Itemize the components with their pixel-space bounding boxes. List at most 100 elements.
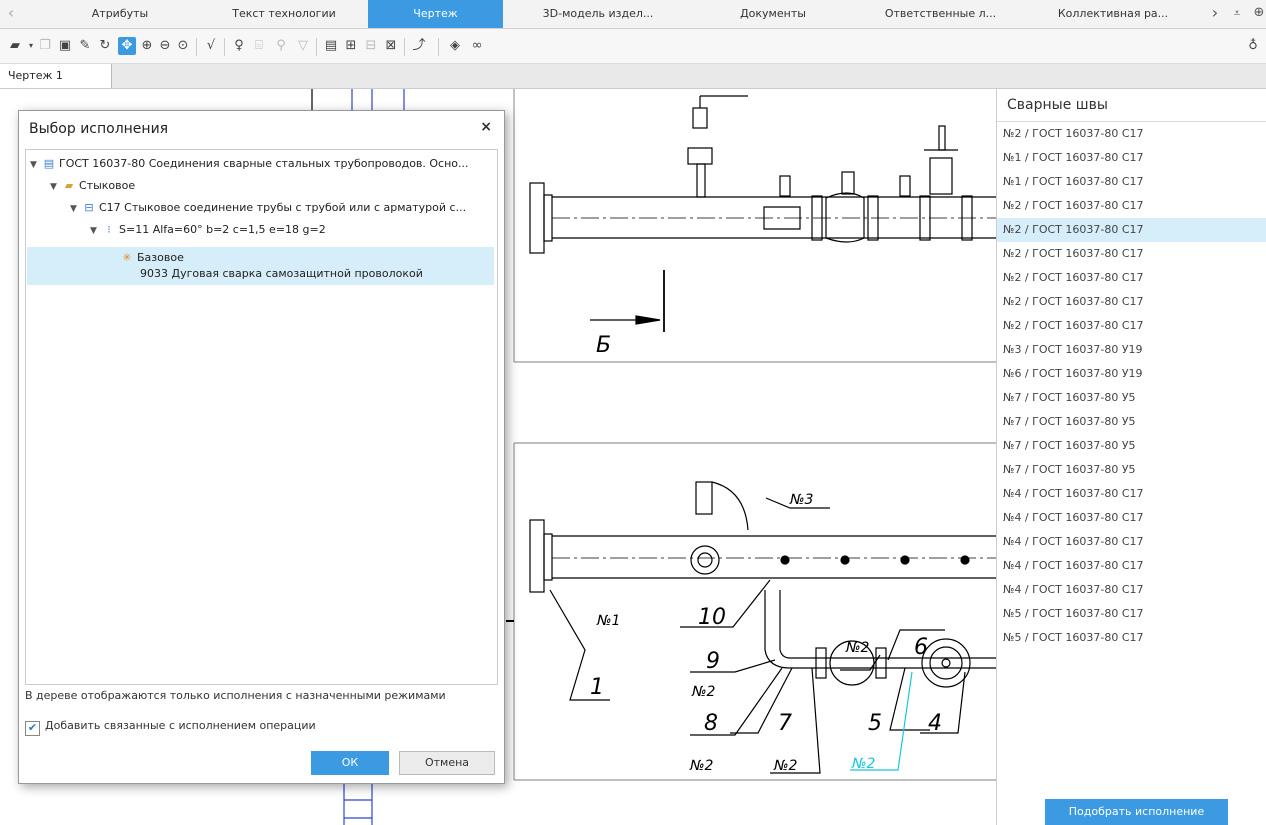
add-operations-checkbox-row[interactable]: ✔ Добавить связанные с исполнением операц…	[25, 719, 316, 736]
weld-list-item[interactable]: №7 / ГОСТ 16037-80 У5	[997, 410, 1266, 434]
weld-list-item[interactable]: №2 / ГОСТ 16037-80 С17	[997, 194, 1266, 218]
weld-list-item[interactable]: №6 / ГОСТ 16037-80 У19	[997, 362, 1266, 386]
tab-overflow-icon[interactable]: ⩡	[1228, 0, 1246, 28]
tab-documents[interactable]: Документы	[693, 0, 853, 28]
table-icon[interactable]: ⊟	[362, 37, 380, 55]
tab-3d-model[interactable]: 3D-модель издел...	[503, 0, 693, 28]
tree-node-c17[interactable]: ▼ ⊟ С17 Стыковое соединение трубы с трубой…	[70, 198, 466, 218]
lightbulb-icon[interactable]: ♁	[1244, 37, 1262, 55]
edit-pencil-icon[interactable]: ✎	[76, 37, 94, 55]
curve-tool-icon[interactable]: ⤴	[410, 37, 428, 55]
weld-list-item[interactable]: №1 / ГОСТ 16037-80 С17	[997, 170, 1266, 194]
callout: 6	[914, 635, 928, 660]
welds-panel: Сварные швы №2 / ГОСТ 16037-80 С17 №1 / Г…	[996, 89, 1266, 825]
weld-list-item[interactable]: №7 / ГОСТ 16037-80 У5	[997, 458, 1266, 482]
table-edit-icon[interactable]: ⊠	[382, 37, 400, 55]
tab-attributes[interactable]: Атрибуты	[40, 0, 200, 28]
zoom-in-icon[interactable]: ⊕	[138, 37, 156, 55]
checkbox[interactable]: ✔	[25, 721, 40, 736]
weld-list-item[interactable]: №4 / ГОСТ 16037-80 С17	[997, 530, 1266, 554]
toolbar-separator	[438, 38, 439, 56]
document-tab-drawing-1[interactable]: Чертеж 1	[0, 64, 112, 88]
expand-arrow-icon[interactable]: ▼	[30, 155, 42, 175]
weld-list-item[interactable]: №1 / ГОСТ 16037-80 С17	[997, 146, 1266, 170]
weld-list-item[interactable]: №2 / ГОСТ 16037-80 С17	[997, 290, 1266, 314]
callout-highlighted: №2	[851, 756, 876, 772]
save-icon[interactable]: ▣	[56, 37, 74, 55]
table-link-icon[interactable]: ⊞	[342, 37, 360, 55]
section-label: Б	[596, 333, 611, 358]
callout: 5	[868, 711, 882, 736]
callout: №2	[845, 640, 870, 656]
document-icon: ▤	[43, 157, 55, 170]
weld-list-item[interactable]: №4 / ГОСТ 16037-80 С17	[997, 554, 1266, 578]
copy-icon[interactable]: ❐	[36, 37, 54, 55]
tree-node-gost[interactable]: ▼ ▤ ГОСТ 16037-80 Соединения сварные сталь…	[30, 154, 469, 174]
marker-edit-icon[interactable]: ⚲	[272, 37, 290, 55]
weld-list-item[interactable]: №5 / ГОСТ 16037-80 С17	[997, 602, 1266, 626]
tree-node-label: S=11 Alfa=60° b=2 c=1,5 e=18 g=2	[119, 223, 326, 236]
weld-list-item[interactable]: №4 / ГОСТ 16037-80 С17	[997, 482, 1266, 506]
weld-list-item[interactable]: №2 / ГОСТ 16037-80 С17	[997, 314, 1266, 338]
welds-panel-title: Сварные швы	[1007, 97, 1108, 113]
tab-scroll-right-icon[interactable]: ›	[1206, 0, 1224, 28]
tab-menu-icon[interactable]: ⊕	[1250, 0, 1266, 28]
tab-scroll-left-icon[interactable]: ‹	[2, 0, 20, 28]
execution-tree: ▼ ▤ ГОСТ 16037-80 Соединения сварные сталь…	[25, 149, 498, 685]
dialog-note: В дереве отображаются только исполнения …	[25, 689, 446, 702]
zoom-fit-icon[interactable]: ⊙	[174, 37, 192, 55]
weld-list-item[interactable]: №2 / ГОСТ 16037-80 С17	[997, 122, 1266, 146]
link-icon[interactable]: ∞	[468, 37, 486, 55]
weld-list-item[interactable]: №3 / ГОСТ 16037-80 У19	[997, 338, 1266, 362]
weld-list-item[interactable]: №7 / ГОСТ 16037-80 У5	[997, 434, 1266, 458]
weld-list-item[interactable]: №5 / ГОСТ 16037-80 С17	[997, 626, 1266, 650]
marker-icon[interactable]: ♀	[230, 37, 248, 55]
tab-collaborative[interactable]: Коллективная ра...	[1028, 0, 1198, 28]
tree-node-base-mode: 9033 Дуговая сварка самозащитной проволо…	[140, 264, 423, 284]
folder-icon: ▰	[64, 179, 74, 192]
document-icon[interactable]: ▤	[322, 37, 340, 55]
tab-responsible[interactable]: Ответственные л...	[853, 0, 1028, 28]
tree-node-label: С17 Стыковое соединение трубы с трубой и…	[99, 201, 467, 214]
expand-arrow-icon[interactable]: ▼	[90, 221, 102, 241]
tab-drawing[interactable]: Чертеж	[368, 0, 503, 28]
weld-list-item[interactable]: №2 / ГОСТ 16037-80 С17	[997, 218, 1266, 242]
zoom-out-icon[interactable]: ⊖	[156, 37, 174, 55]
callout: 4	[928, 711, 942, 736]
weld-list-item[interactable]: №2 / ГОСТ 16037-80 С17	[997, 242, 1266, 266]
refresh-icon[interactable]: ↻	[96, 37, 114, 55]
dialog-title: Выбор исполнения	[29, 121, 169, 137]
layers-icon[interactable]: ◈	[446, 37, 464, 55]
cancel-button[interactable]: Отмена	[399, 751, 495, 775]
toolbar-separator	[404, 38, 405, 56]
callout: №2	[773, 758, 798, 774]
toolbar: ▰ ▾ ❐ ▣ ✎ ↻ ✥ ⊕ ⊖ ⊙ √ ♀ ⌸ ⚲ ▽ ▤ ⊞ ⊟ ⊠ ⤴ …	[0, 29, 1266, 64]
tab-technology-text[interactable]: Текст технологии	[200, 0, 368, 28]
expand-arrow-icon[interactable]: ▼	[50, 177, 62, 197]
weld-list-item[interactable]: №4 / ГОСТ 16037-80 С17	[997, 578, 1266, 602]
tree-node-butt[interactable]: ▼ ▰ Стыковое	[50, 176, 135, 196]
tab-bar: ‹ Атрибуты Текст технологии Чертеж 3D-мо…	[0, 0, 1266, 29]
callout: 1	[590, 675, 604, 700]
expand-arrow-icon[interactable]: ▼	[70, 199, 82, 219]
pick-execution-button[interactable]: Подобрать исполнение	[1045, 799, 1228, 825]
marker-add-icon[interactable]: ⌸	[250, 37, 268, 55]
weld-symbol-icon[interactable]: √	[202, 37, 220, 55]
close-icon[interactable]: ×	[480, 119, 492, 135]
toolbar-separator	[316, 38, 317, 56]
tree-node-label: Стыковое	[79, 179, 136, 192]
callout: №2	[689, 758, 714, 774]
callout: №1	[596, 613, 620, 629]
weld-list-item[interactable]: №2 / ГОСТ 16037-80 С17	[997, 266, 1266, 290]
pan-icon[interactable]: ✥	[118, 37, 136, 55]
callout: №3	[789, 492, 813, 508]
tree-node-sublabel: 9033 Дуговая сварка самозащитной проволо…	[140, 267, 423, 280]
weld-list-item[interactable]: №7 / ГОСТ 16037-80 У5	[997, 386, 1266, 410]
ok-button[interactable]: ОК	[311, 751, 389, 775]
filter-icon[interactable]: ▽	[294, 37, 312, 55]
weld-list-item[interactable]: №4 / ГОСТ 16037-80 С17	[997, 506, 1266, 530]
tree-node-params[interactable]: ▼ ⁝ S=11 Alfa=60° b=2 c=1,5 e=18 g=2	[90, 220, 326, 240]
toolbar-separator	[196, 38, 197, 56]
callout: 7	[778, 711, 792, 736]
joint-icon: ⊟	[84, 201, 94, 214]
